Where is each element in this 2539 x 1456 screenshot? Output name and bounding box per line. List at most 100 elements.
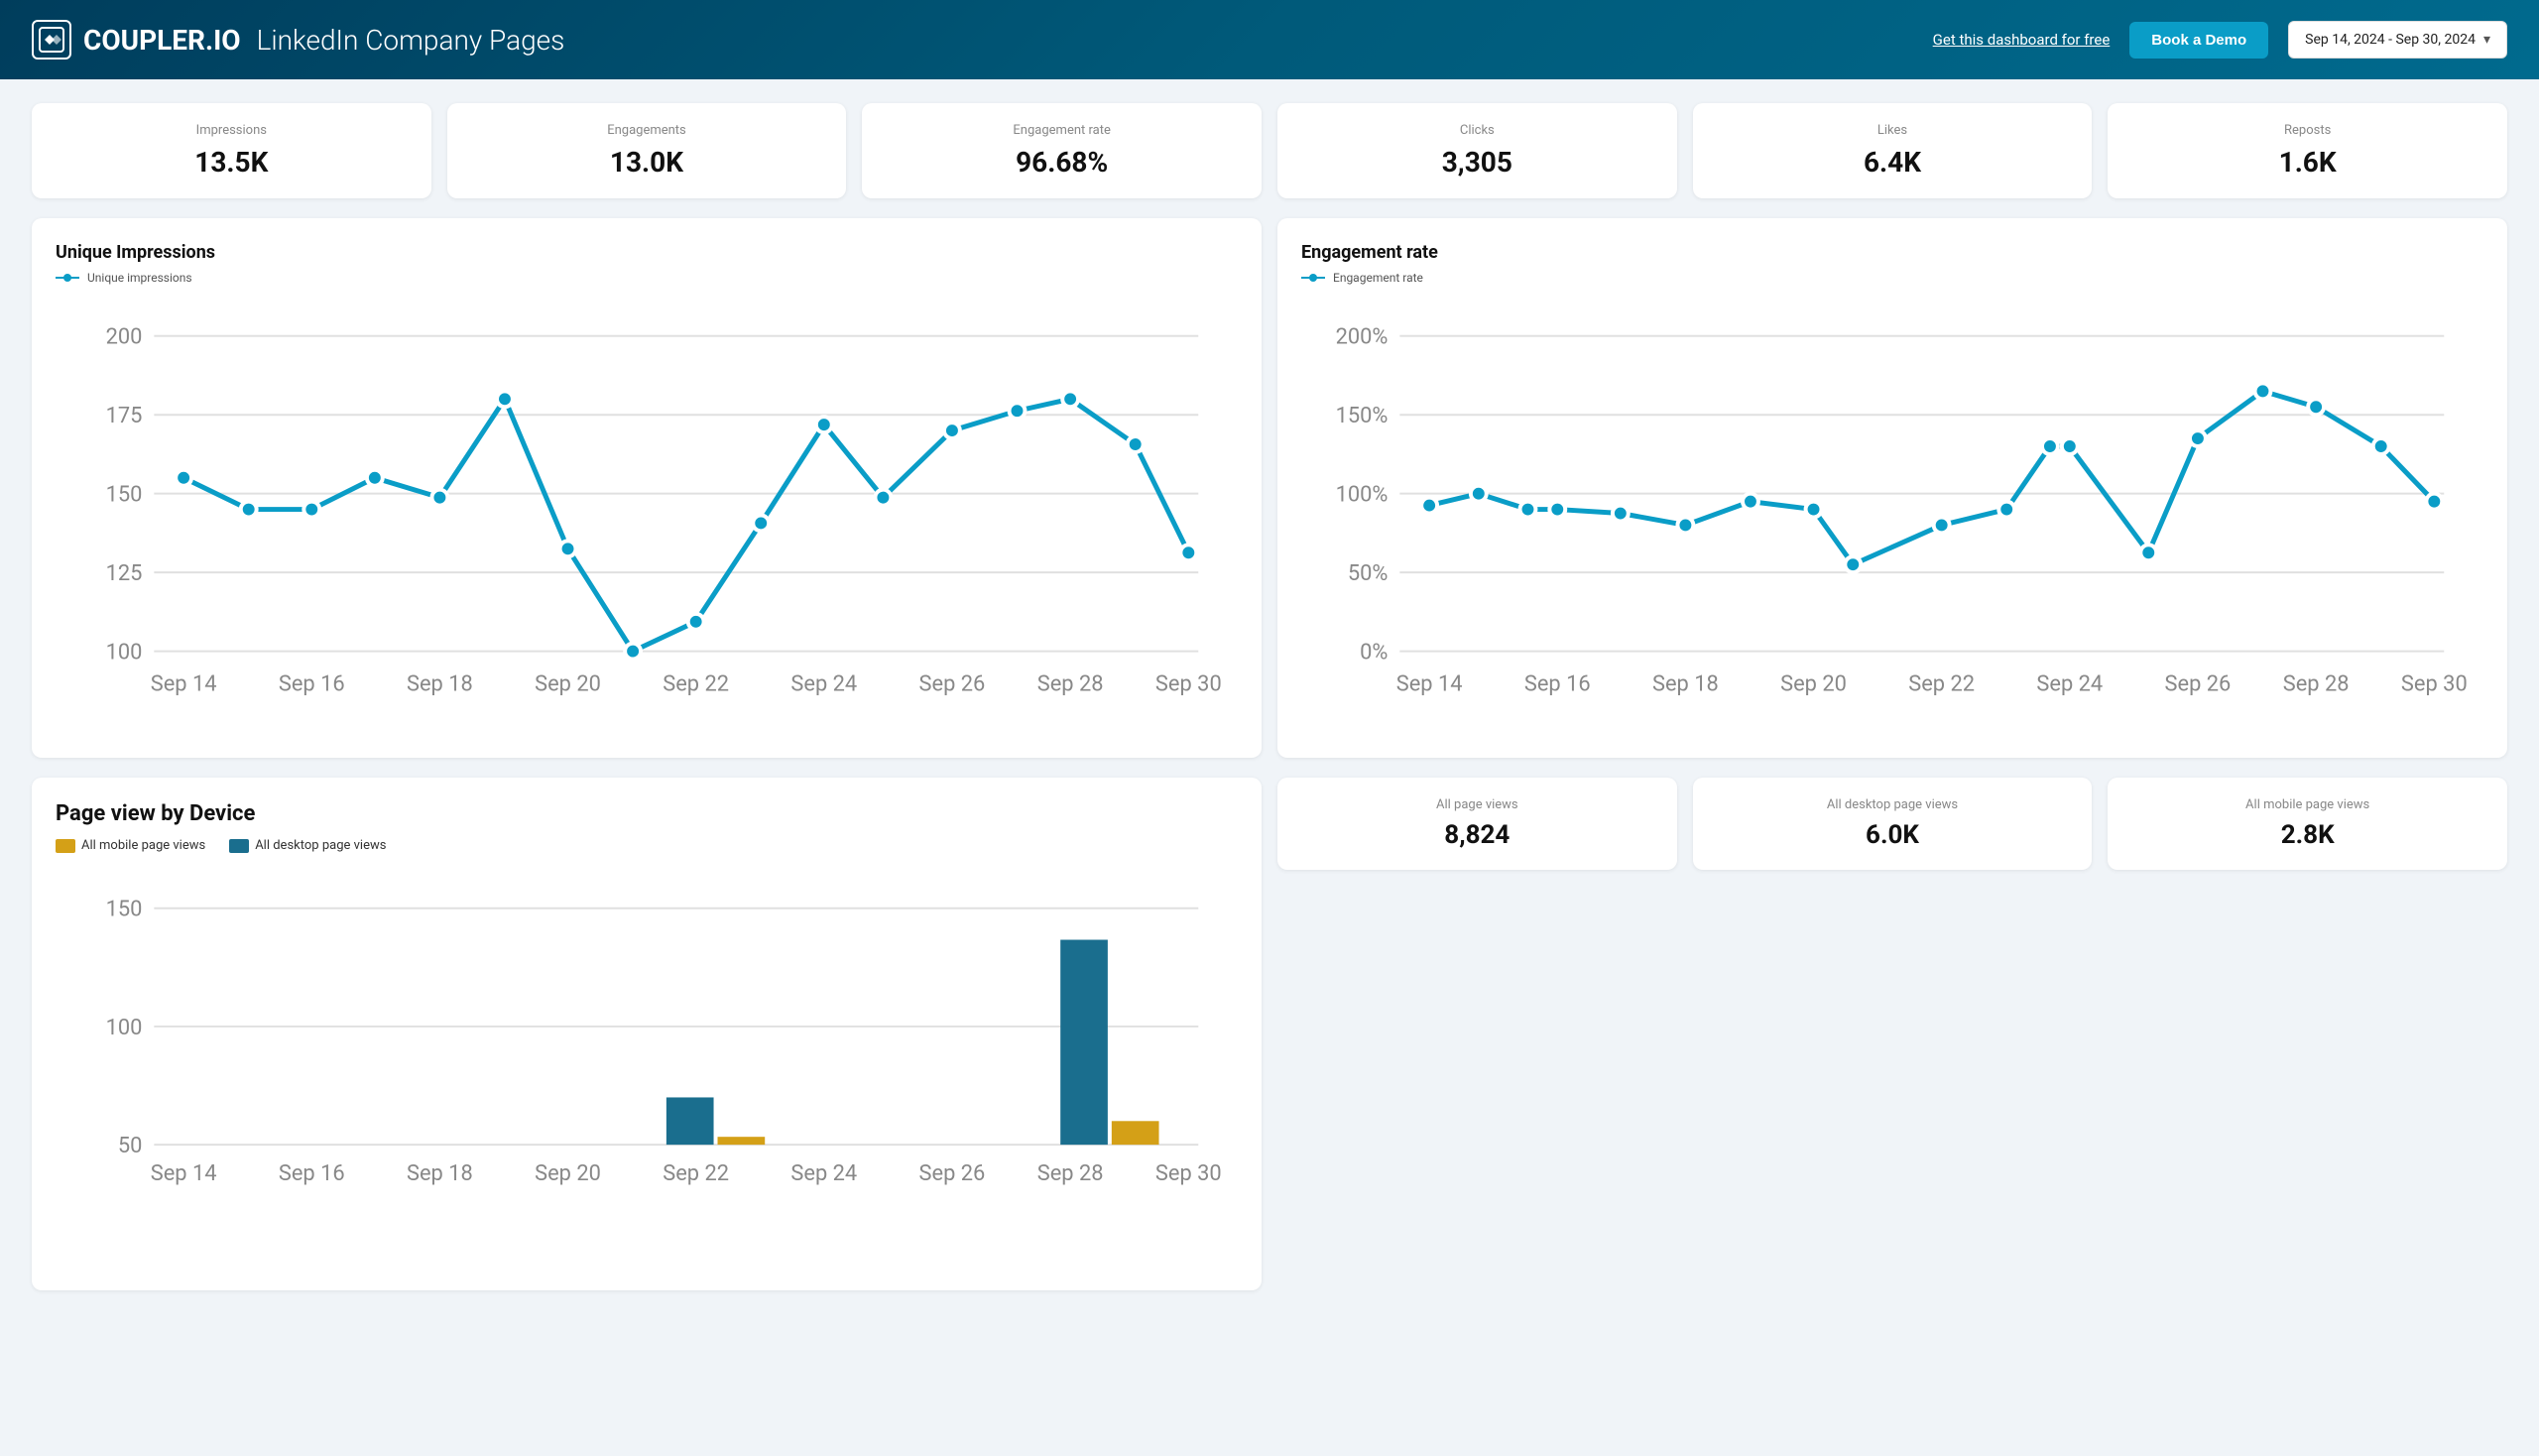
header: COUPLER.IO LinkedIn Company Pages Get th… xyxy=(0,0,2539,79)
svg-text:Sep 30: Sep 30 xyxy=(1155,1161,1222,1186)
unique-impressions-title: Unique Impressions xyxy=(56,242,1238,263)
chart-dot xyxy=(753,516,769,532)
main-content: Impressions 13.5K Engagements 13.0K Enga… xyxy=(0,79,2539,1314)
stat-card-desktop-page-views: All desktop page views 6.0K xyxy=(1693,778,2093,870)
stat-value-mobile-page-views: 2.8K xyxy=(2123,820,2491,850)
mobile-swatch xyxy=(56,839,75,853)
svg-text:150%: 150% xyxy=(1336,404,1389,428)
kpi-label-engagements: Engagements xyxy=(463,123,831,138)
svg-text:Sep 30: Sep 30 xyxy=(1155,671,1222,696)
svg-text:Sep 18: Sep 18 xyxy=(407,671,473,696)
legend-label-desktop: All desktop page views xyxy=(255,838,386,853)
engagement-rate-chart-card: Engagement rate Engagement rate 200% 150… xyxy=(1277,218,2507,758)
svg-text:175: 175 xyxy=(106,404,143,428)
svg-text:50%: 50% xyxy=(1348,561,1389,586)
svg-text:Sep 20: Sep 20 xyxy=(535,671,601,696)
chart-dot xyxy=(1845,556,1861,572)
page-view-device-card: Page view by Device All mobile page view… xyxy=(32,778,1262,1290)
chart-dot xyxy=(1421,498,1437,514)
engagement-line xyxy=(1429,391,2434,564)
chart-dot xyxy=(2373,438,2389,454)
svg-text:Sep 30: Sep 30 xyxy=(2401,671,2468,696)
date-range-value: Sep 14, 2024 - Sep 30, 2024 xyxy=(2305,32,2476,48)
chart-dot xyxy=(1520,502,1536,518)
kpi-card-reposts: Reposts 1.6K xyxy=(2108,103,2507,198)
chart-dot xyxy=(560,541,576,556)
svg-text:Sep 24: Sep 24 xyxy=(2036,671,2103,696)
chart-dot xyxy=(1549,502,1565,518)
get-dashboard-link[interactable]: Get this dashboard for free xyxy=(1933,31,2111,49)
chart-dot xyxy=(303,502,319,518)
kpi-label-likes: Likes xyxy=(1709,123,2077,138)
svg-text:200: 200 xyxy=(106,325,143,350)
svg-text:Sep 18: Sep 18 xyxy=(1652,671,1719,696)
chart-dot xyxy=(2042,438,2058,454)
kpi-card-impressions: Impressions 13.5K xyxy=(32,103,431,198)
svg-text:0%: 0% xyxy=(1360,641,1388,666)
chart-dot xyxy=(1010,403,1026,419)
svg-text:Sep 20: Sep 20 xyxy=(1780,671,1847,696)
svg-text:Sep 20: Sep 20 xyxy=(535,1161,601,1186)
date-range-picker[interactable]: Sep 14, 2024 - Sep 30, 2024 ▾ xyxy=(2288,21,2507,59)
kpi-row: Impressions 13.5K Engagements 13.0K Enga… xyxy=(32,103,2507,198)
header-actions: Get this dashboard for free Book a Demo … xyxy=(1933,21,2507,59)
svg-text:50: 50 xyxy=(118,1134,143,1158)
stat-card-mobile-page-views: All mobile page views 2.8K xyxy=(2108,778,2507,870)
stat-value-desktop-page-views: 6.0K xyxy=(1709,820,2077,850)
stat-label-mobile-page-views: All mobile page views xyxy=(2123,797,2491,812)
page-view-device-title: Page view by Device xyxy=(56,801,1238,826)
bar-mobile-mid xyxy=(718,1137,766,1145)
charts-row: Unique Impressions Unique impressions 20… xyxy=(32,218,2507,758)
page-title: LinkedIn Company Pages xyxy=(257,24,565,57)
kpi-value-clicks: 3,305 xyxy=(1293,146,1661,179)
device-legend: All mobile page views All desktop page v… xyxy=(56,838,1238,853)
legend-label-impressions: Unique impressions xyxy=(87,271,192,285)
chart-dot xyxy=(431,490,447,506)
chart-dot xyxy=(2426,494,2442,510)
svg-text:150: 150 xyxy=(106,898,143,922)
stat-label-all-page-views: All page views xyxy=(1293,797,1661,812)
svg-text:Sep 16: Sep 16 xyxy=(279,671,345,696)
chart-dot xyxy=(1128,436,1144,452)
chart-dot xyxy=(1471,486,1487,502)
stats-top-row: All page views 8,824 All desktop page vi… xyxy=(1277,778,2507,870)
desktop-swatch xyxy=(229,839,249,853)
chart-dot xyxy=(497,391,513,407)
kpi-card-engagement-rate: Engagement rate 96.68% xyxy=(862,103,1262,198)
stat-card-all-page-views: All page views 8,824 xyxy=(1277,778,1677,870)
stat-label-desktop-page-views: All desktop page views xyxy=(1709,797,2077,812)
unique-impressions-legend: Unique impressions xyxy=(56,271,1238,285)
chart-dot xyxy=(1180,545,1196,560)
kpi-card-engagements: Engagements 13.0K xyxy=(447,103,847,198)
chart-dot xyxy=(1677,518,1693,534)
svg-text:Sep 26: Sep 26 xyxy=(2165,671,2232,696)
svg-text:Sep 22: Sep 22 xyxy=(663,1161,729,1186)
svg-text:100: 100 xyxy=(106,641,143,666)
svg-text:Sep 18: Sep 18 xyxy=(407,1161,473,1186)
chart-dot xyxy=(2190,430,2206,446)
logo-area: COUPLER.IO LinkedIn Company Pages xyxy=(32,20,1913,60)
kpi-value-likes: 6.4K xyxy=(1709,146,2077,179)
legend-label-engagement: Engagement rate xyxy=(1333,271,1423,285)
impressions-line xyxy=(183,399,1188,651)
bar-desktop-mid xyxy=(666,1098,714,1146)
chart-dot xyxy=(241,502,257,518)
svg-text:Sep 28: Sep 28 xyxy=(1037,1161,1104,1186)
legend-item-desktop: All desktop page views xyxy=(229,838,386,853)
device-chart-svg: 150 100 50 Sep 14 Sep 16 Sep 18 Sep 20 S… xyxy=(56,869,1238,1263)
chart-dot xyxy=(875,490,891,506)
right-stats: All page views 8,824 All desktop page vi… xyxy=(1277,778,2507,1290)
book-demo-button[interactable]: Book a Demo xyxy=(2129,22,2268,59)
unique-impressions-chart-card: Unique Impressions Unique impressions 20… xyxy=(32,218,1262,758)
bar-desktop-sep29 xyxy=(1060,940,1108,1146)
chart-dot xyxy=(1062,391,1078,407)
svg-text:Sep 26: Sep 26 xyxy=(919,1161,986,1186)
engagement-rate-legend: Engagement rate xyxy=(1301,271,2483,285)
chart-dot xyxy=(367,470,383,486)
svg-text:100: 100 xyxy=(106,1016,143,1040)
svg-text:150: 150 xyxy=(106,483,143,508)
legend-label-mobile: All mobile page views xyxy=(81,838,205,853)
chart-dot xyxy=(816,417,832,432)
svg-text:Sep 24: Sep 24 xyxy=(790,671,857,696)
svg-text:Sep 26: Sep 26 xyxy=(919,671,986,696)
